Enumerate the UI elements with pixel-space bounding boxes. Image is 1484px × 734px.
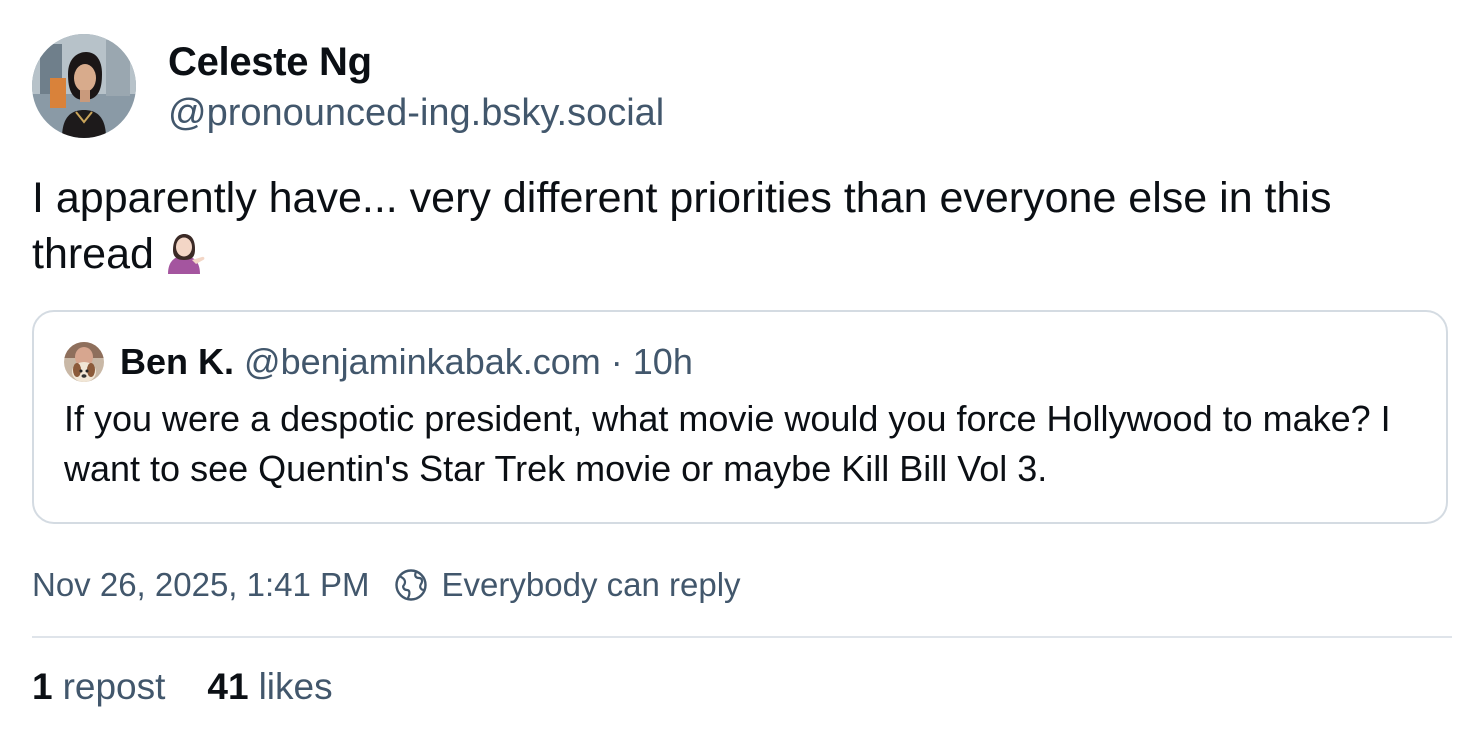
quote-text: If you were a despotic president, what m…: [64, 398, 1391, 489]
post-text: I apparently have... very different prio…: [32, 170, 1442, 282]
likes-label: likes: [258, 666, 333, 707]
quote-author-handle[interactable]: @benjaminkabak.com: [244, 341, 601, 382]
divider: [32, 636, 1452, 638]
author-name[interactable]: Celeste Ng: [168, 38, 372, 86]
reposts-stat[interactable]: 1 repost: [32, 666, 165, 708]
likes-count: 41: [207, 666, 249, 707]
quote-avatar[interactable]: [64, 342, 104, 382]
author-avatar-image: [32, 34, 136, 138]
person-tipping-hand-emoji: [162, 230, 206, 274]
post-card: Celeste Ng @pronounced-ing.bsky.social I…: [0, 0, 1484, 734]
author-avatar[interactable]: [32, 34, 136, 138]
quote-timestamp[interactable]: 10h: [633, 341, 693, 382]
post-meta: Nov 26, 2025, 1:41 PM Everybody can repl…: [32, 562, 741, 608]
reply-setting[interactable]: Everybody can reply: [442, 566, 741, 604]
quote-author-name[interactable]: Ben K.: [120, 341, 234, 382]
quote-avatar-image: [64, 342, 104, 382]
likes-stat[interactable]: 41 likes: [207, 666, 332, 708]
reposts-label: repost: [62, 666, 166, 707]
reposts-count: 1: [32, 666, 53, 707]
author-handle[interactable]: @pronounced-ing.bsky.social: [168, 90, 664, 136]
quote-header: Ben K. @benjaminkabak.com · 10h: [120, 339, 693, 385]
globe-icon: [394, 568, 428, 602]
post-stats: 1 repost 41 likes: [32, 664, 333, 710]
post-timestamp[interactable]: Nov 26, 2025, 1:41 PM: [32, 566, 370, 604]
quote-separator: ·: [610, 341, 623, 382]
post-text-content: I apparently have... very different prio…: [32, 174, 1332, 278]
quoted-post[interactable]: Ben K. @benjaminkabak.com · 10h If you w…: [32, 310, 1448, 524]
